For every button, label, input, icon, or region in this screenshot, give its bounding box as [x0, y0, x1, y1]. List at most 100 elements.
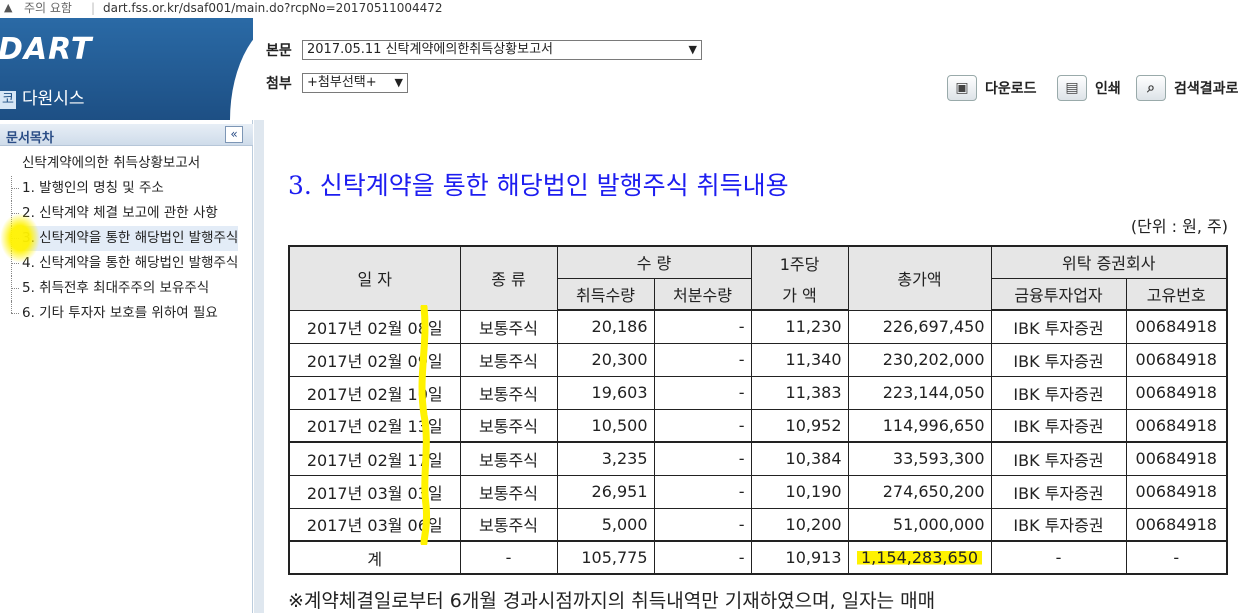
cell-broker-id: 00684918	[1125, 408, 1228, 443]
header-broker-name: 금융투자업자	[990, 277, 1127, 311]
header-type: 종 류	[459, 245, 558, 311]
security-label[interactable]: 주의 요함	[24, 0, 72, 16]
address-separator: |	[91, 1, 96, 15]
address-bar[interactable]: ▲ 주의 요함 | dart.fss.or.kr/dsaf001/main.do…	[0, 0, 1238, 18]
header-date: 일 자	[288, 245, 461, 311]
header: DART 코 다원시스 본문 2017.05.11 신탁계약에의한취득상황보고서 …	[0, 18, 1238, 120]
tree-line	[11, 288, 19, 289]
tree-line	[11, 313, 19, 314]
cell-type: 보통주식	[459, 474, 558, 509]
cell-date: 2017년 03월 06일	[288, 507, 461, 542]
toc-item-root[interactable]: 신탁계약에의한 취득상황보고서	[0, 151, 253, 176]
cell-broker-id: 00684918	[1125, 507, 1228, 542]
toc-item-label: 3. 신탁계약을 통한 해당법인 발행주식	[22, 226, 239, 251]
cell-total: 114,996,650	[847, 408, 992, 443]
cell-acquired: 105,775	[556, 540, 655, 575]
toc-item-6[interactable]: 6. 기타 투자자 보호를 위하여 필요	[0, 301, 253, 326]
cell-date: 2017년 02월 10일	[288, 375, 461, 410]
tree-line	[11, 301, 12, 313]
chevron-down-icon: ▼	[688, 43, 697, 56]
toc-header: 문서목차 «	[0, 124, 253, 146]
download-button[interactable]: ▣ 다운로드	[947, 75, 1037, 101]
table-row: 2017년 02월 08일 보통주식 20,186 - 11,230 226,6…	[288, 309, 1228, 344]
cell-acquired: 20,186	[556, 309, 655, 344]
cell-date: 계	[288, 540, 461, 575]
url-text[interactable]: dart.fss.or.kr/dsaf001/main.do?rcpNo=201…	[103, 0, 443, 16]
dart-logo[interactable]: DART	[0, 32, 92, 67]
cell-disposed: -	[653, 375, 752, 410]
table-row: 2017년 02월 10일 보통주식 19,603 - 11,383 223,1…	[288, 375, 1228, 410]
cell-disposed: -	[653, 309, 752, 344]
cell-disposed: -	[653, 507, 752, 542]
cell-total: 226,697,450	[847, 309, 992, 344]
cell-broker: IBK 투자증권	[990, 408, 1127, 443]
company-name: 코 다원시스	[0, 84, 85, 109]
toc-title: 문서목차	[6, 131, 54, 146]
toc-item-label: 5. 취득전후 최대주주의 보유주식	[22, 280, 210, 296]
total-row: 계 - 105,775 - 10,913 1,154,283,650 - -	[288, 540, 1228, 575]
acquisition-table: 일 자 종 류 수 량 1주당 총가액 위탁 증권회사 취득수량 처분수량 가 …	[288, 245, 1228, 575]
main-doc-select[interactable]: 2017.05.11 신탁계약에의한취득상황보고서 ▼	[302, 40, 702, 60]
cell-acquired: 10,500	[556, 408, 655, 443]
cell-type: 보통주식	[459, 375, 558, 410]
collapse-button[interactable]: «	[225, 126, 243, 143]
table-row: 2017년 03월 03일 보통주식 26,951 - 10,190 274,6…	[288, 474, 1228, 509]
cell-broker: IBK 투자증권	[990, 375, 1127, 410]
cell-acquired: 26,951	[556, 474, 655, 509]
cell-price: 10,200	[750, 507, 849, 542]
table-row: 2017년 02월 09일 보통주식 20,300 - 11,340 230,2…	[288, 342, 1228, 377]
company-icon: 코	[0, 91, 16, 109]
cell-broker-id: 00684918	[1125, 309, 1228, 344]
cell-total: 274,650,200	[847, 474, 992, 509]
download-label: 다운로드	[985, 81, 1037, 97]
cell-date: 2017년 02월 17일	[288, 441, 461, 476]
cell-acquired: 19,603	[556, 375, 655, 410]
cell-disposed: -	[653, 441, 752, 476]
attach-value: +첨부선택+	[307, 75, 377, 90]
cell-type: 보통주식	[459, 441, 558, 476]
header-broker: 위탁 증권회사	[990, 245, 1228, 279]
toc-item-label: 6. 기타 투자자 보호를 위하여 필요	[22, 305, 218, 321]
search-results-button[interactable]: ⌕ 검색결과로	[1136, 75, 1238, 101]
cell-total: 1,154,283,650	[847, 540, 992, 575]
cell-price: 10,952	[750, 408, 849, 443]
toc-item-label: 1. 발행인의 명칭 및 주소	[22, 180, 164, 196]
cell-disposed: -	[653, 540, 752, 575]
section-title: 3. 신탁계약을 통한 해당법인 발행주식 취득내용	[288, 171, 789, 200]
cell-date: 2017년 02월 13일	[288, 408, 461, 443]
header-disposed: 처분수량	[653, 277, 752, 311]
print-button[interactable]: ▤ 인쇄	[1057, 75, 1121, 101]
cell-acquired: 5,000	[556, 507, 655, 542]
cell-date: 2017년 03월 03일	[288, 474, 461, 509]
cell-price: 10,384	[750, 441, 849, 476]
cell-broker-id: 00684918	[1125, 342, 1228, 377]
main-doc-value: 2017.05.11 신탁계약에의한취득상황보고서	[307, 42, 554, 57]
cell-broker: -	[990, 540, 1127, 575]
cell-total: 51,000,000	[847, 507, 992, 542]
cell-price: 11,383	[750, 375, 849, 410]
print-label: 인쇄	[1095, 81, 1121, 97]
cell-broker-id: 00684918	[1125, 474, 1228, 509]
main-doc-label: 본문	[266, 43, 292, 59]
attach-select[interactable]: +첨부선택+ ▼	[302, 73, 408, 93]
footnote: ※계약체결일로부터 6개월 경과시점까지의 취득내역만 기재하였으며, 일자는 …	[288, 590, 936, 612]
toc-item-label: 신탁계약에의한 취득상황보고서	[22, 155, 201, 171]
cell-price: 11,230	[750, 309, 849, 344]
cell-type: 보통주식	[459, 342, 558, 377]
cell-acquired: 3,235	[556, 441, 655, 476]
toc-item-5[interactable]: 5. 취득전후 최대주주의 보유주식	[0, 276, 253, 301]
cell-total: 223,144,050	[847, 375, 992, 410]
cell-broker: IBK 투자증권	[990, 309, 1127, 344]
cell-disposed: -	[653, 342, 752, 377]
warning-icon[interactable]: ▲	[4, 0, 12, 16]
splitter[interactable]	[254, 120, 264, 613]
cell-type: 보통주식	[459, 507, 558, 542]
cell-disposed: -	[653, 474, 752, 509]
tree-line	[11, 188, 19, 189]
search-icon: ⌕	[1136, 75, 1166, 101]
cell-broker: IBK 투자증권	[990, 507, 1127, 542]
cell-broker: IBK 투자증권	[990, 474, 1127, 509]
toc-item-1[interactable]: 1. 발행인의 명칭 및 주소	[0, 176, 253, 201]
table-row: 2017년 02월 13일 보통주식 10,500 - 10,952 114,9…	[288, 408, 1228, 443]
table-row: 2017년 02월 17일 보통주식 3,235 - 10,384 33,593…	[288, 441, 1228, 476]
